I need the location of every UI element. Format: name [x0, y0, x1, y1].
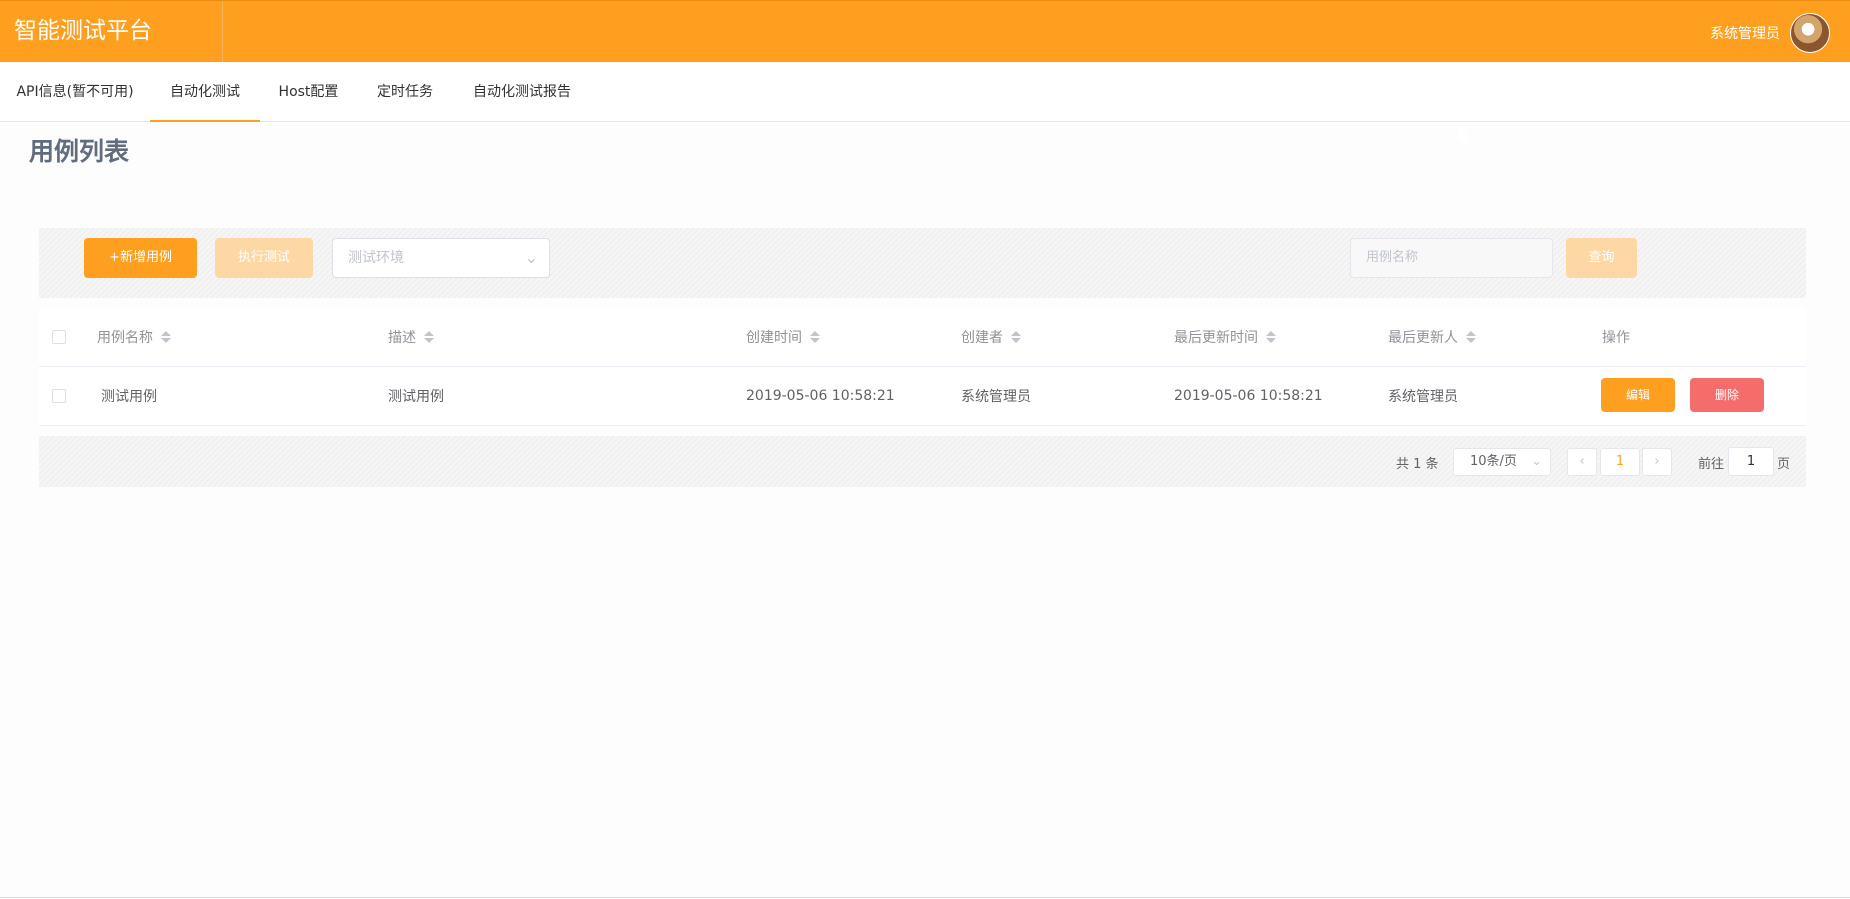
environment-placeholder: 测试环境 [348, 250, 404, 266]
select-all-checkbox-cell[interactable] [52, 307, 72, 366]
delete-button[interactable]: 删除 [1690, 378, 1764, 412]
goto-label: 前往 [1698, 457, 1725, 472]
sort-icon[interactable] [424, 330, 434, 343]
sort-icon[interactable] [810, 330, 820, 343]
column-label-creator: 创建者 [961, 329, 1003, 346]
bottom-divider [0, 897, 1850, 898]
mouse-cursor-icon [1458, 126, 1471, 146]
description-cell: 测试用例 [388, 389, 444, 405]
table-row: 测试用例 测试用例 2019-05-06 10:58:21 系统管理员 2019… [39, 367, 1806, 426]
nav-scheduled-task[interactable]: 定时任务 [357, 62, 453, 122]
chevron-down-icon: ⌄ [1531, 454, 1542, 469]
run-test-button[interactable]: 执行测试 [215, 238, 313, 278]
add-case-button[interactable]: +新增用例 [84, 238, 197, 278]
case-name-cell: 测试用例 [101, 389, 157, 405]
table-header-row: 用例名称 描述 创建时间 创建者 最后更新时间 最后更新人 操作 [39, 307, 1806, 367]
column-label-name: 用例名称 [97, 329, 153, 346]
column-header-updater[interactable]: 最后更新人 [1388, 307, 1568, 366]
column-label-updater: 最后更新人 [1388, 329, 1458, 346]
column-label-description: 描述 [388, 329, 416, 346]
column-header-updated-at[interactable]: 最后更新时间 [1174, 307, 1354, 366]
row-checkbox-cell[interactable] [52, 367, 72, 425]
page-size-select[interactable]: 10条/页 ⌄ [1453, 448, 1551, 476]
goto-unit: 页 [1777, 457, 1791, 472]
column-header-creator[interactable]: 创建者 [961, 307, 1141, 366]
row-checkbox[interactable] [52, 389, 66, 403]
top-bar: 智能测试平台 系统管理员 [0, 0, 1850, 63]
column-header-name[interactable]: 用例名称 [97, 307, 347, 366]
nav-automation-test[interactable]: 自动化测试 [150, 62, 260, 122]
chevron-right-icon[interactable]: › [1642, 448, 1672, 476]
case-name-search-input[interactable]: 用例名称 [1350, 238, 1553, 278]
chevron-down-icon: ⌄ [524, 248, 538, 267]
created-at-cell: 2019-05-06 10:58:21 [746, 388, 895, 404]
toolbar: +新增用例 执行测试 测试环境 ⌄ 用例名称 查询 [39, 228, 1806, 298]
page-number-current[interactable]: 1 [1600, 448, 1640, 476]
column-header-actions: 操作 [1602, 329, 1630, 346]
pagination: 共 1 条 10条/页 ⌄ ‹ 1 › 前往 1 页 [39, 436, 1806, 487]
edit-button[interactable]: 编辑 [1601, 378, 1675, 412]
main-navigation: API信息(暂不可用) 自动化测试 Host配置 定时任务 自动化测试报告 [0, 62, 1850, 122]
nav-api-info[interactable]: API信息(暂不可用) [0, 62, 150, 122]
goto-page-input[interactable]: 1 [1728, 447, 1774, 476]
total-count: 共 1 条 [1396, 457, 1439, 472]
select-all-checkbox[interactable] [52, 329, 66, 344]
case-table: 用例名称 描述 创建时间 创建者 最后更新时间 最后更新人 操作 测试用例 测试… [39, 307, 1806, 426]
chevron-left-icon[interactable]: ‹ [1567, 448, 1597, 476]
creator-cell: 系统管理员 [961, 389, 1031, 405]
sort-icon[interactable] [1011, 330, 1021, 343]
avatar[interactable] [1790, 13, 1830, 53]
column-label-created-at: 创建时间 [746, 329, 802, 346]
query-button[interactable]: 查询 [1566, 238, 1637, 278]
user-menu[interactable]: 系统管理员 [1710, 12, 1830, 54]
column-label-updated-at: 最后更新时间 [1174, 329, 1258, 346]
sort-icon[interactable] [1266, 330, 1276, 343]
environment-select[interactable]: 测试环境 ⌄ [332, 238, 550, 278]
page-title: 用例列表 [29, 137, 130, 166]
app-title: 智能测试平台 [0, 1, 223, 63]
column-header-created-at[interactable]: 创建时间 [746, 307, 926, 366]
column-header-description[interactable]: 描述 [388, 307, 688, 366]
page-size-value: 10条/页 [1470, 454, 1517, 469]
sort-icon[interactable] [161, 330, 171, 343]
updated-at-cell: 2019-05-06 10:58:21 [1174, 388, 1323, 404]
nav-host-config[interactable]: Host配置 [260, 62, 357, 122]
sort-icon[interactable] [1466, 330, 1476, 343]
updater-cell: 系统管理员 [1388, 389, 1458, 405]
nav-test-report[interactable]: 自动化测试报告 [453, 62, 591, 122]
user-name[interactable]: 系统管理员 [1710, 23, 1780, 43]
